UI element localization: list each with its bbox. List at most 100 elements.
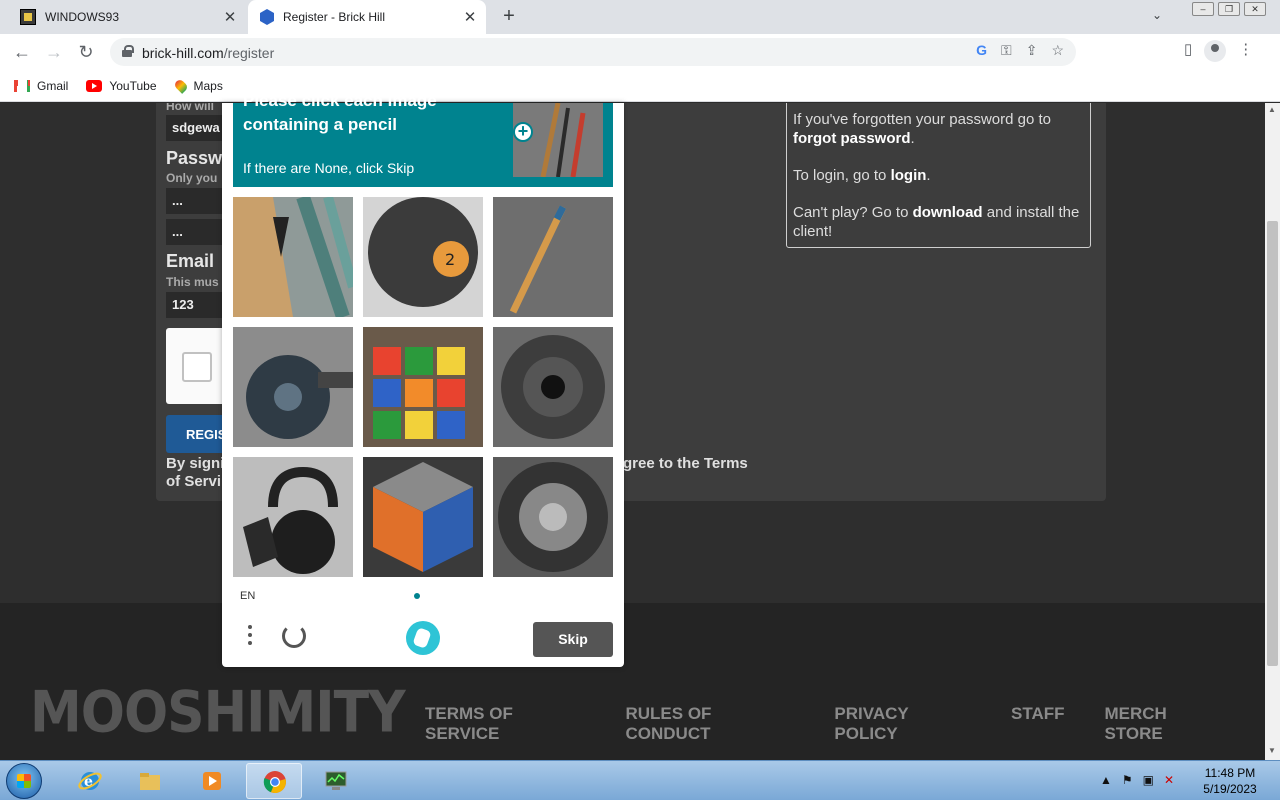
toolbar-right: ▯ ⋮	[1184, 40, 1253, 62]
restore-icon[interactable]: ❐	[1218, 2, 1240, 16]
tile-bowling-ball[interactable]: 2	[363, 197, 483, 317]
start-button[interactable]	[6, 763, 42, 799]
address-bar[interactable]: brick-hill.com/register G ⚿ ⇪ ☆	[110, 38, 1076, 66]
tab-strip: WINDOWS93 ✕ Register - Brick Hill ✕ + ⌄ …	[0, 0, 1280, 34]
side-panel-icon[interactable]: ▯	[1184, 40, 1192, 62]
bookmark-label: YouTube	[109, 78, 157, 93]
tile-dumbbell[interactable]	[233, 327, 353, 447]
url-text: brick-hill.com/register	[142, 45, 275, 61]
challenge-image-grid: 2	[233, 197, 613, 577]
more-menu-icon[interactable]: ⋮	[1238, 40, 1253, 62]
taskbar-chrome[interactable]	[246, 763, 302, 799]
agree-text: gree to the Terms	[623, 455, 748, 472]
username-hint: How will	[166, 103, 214, 113]
page-scrollbar[interactable]: ▲ ▼	[1265, 103, 1280, 760]
forgot-password-text: If you've forgotten your password go to …	[793, 111, 1052, 147]
network-icon[interactable]: ▣	[1143, 773, 1154, 787]
scroll-up-icon[interactable]: ▲	[1268, 105, 1276, 114]
system-tray: ▲ ⚑ ▣ ✕	[1100, 773, 1174, 787]
close-tab-icon[interactable]: ✕	[460, 8, 480, 26]
hcaptcha-challenge: Please click each image containing a pen…	[222, 91, 624, 667]
password-hint: Only you	[166, 171, 218, 185]
bookmark-maps[interactable]: Maps	[172, 77, 223, 94]
refresh-challenge-icon[interactable]	[282, 624, 306, 648]
forward-arrow-icon[interactable]: →	[42, 40, 66, 64]
action-center-flag-icon[interactable]: ⚑	[1122, 773, 1133, 787]
tab-title: Register - Brick Hill	[283, 10, 386, 24]
scrollbar-thumb[interactable]	[1267, 221, 1278, 666]
close-tab-icon[interactable]: ✕	[220, 8, 240, 26]
windows-taskbar: e ▲ ⚑ ▣ ✕ 11:48 PM 5/19/2023	[0, 760, 1280, 800]
help-info-box: If you've forgotten your password go to …	[786, 103, 1091, 248]
volume-muted-icon[interactable]: ✕	[1164, 773, 1174, 787]
omnibox-icons: G ⚿ ⇪ ☆	[976, 42, 1064, 59]
challenge-header: Please click each image containing a pen…	[233, 91, 613, 187]
challenge-menu-icon[interactable]	[248, 625, 252, 649]
challenge-title-line1: Please click each image	[243, 91, 437, 110]
tile-rubiks-cube-2[interactable]	[363, 457, 483, 577]
download-text: Can't play? Go to download and install t…	[793, 204, 1080, 240]
lock-icon[interactable]	[122, 45, 134, 57]
svg-text:2: 2	[445, 250, 455, 269]
footer: MOOSHIMITY TERMS OF SERVICE RULES OF CON…	[0, 603, 1265, 760]
footer-link-rules[interactable]: RULES OF CONDUCT	[625, 704, 794, 744]
skip-button[interactable]: Skip	[533, 622, 613, 657]
agree-text: of Servi	[166, 473, 222, 490]
mooshimity-logo[interactable]: MOOSHIMITY	[30, 680, 406, 746]
scroll-down-icon[interactable]: ▼	[1268, 746, 1276, 755]
bookmark-youtube[interactable]: YouTube	[86, 78, 157, 93]
tile-pencils-bundle[interactable]	[233, 197, 353, 317]
youtube-icon	[86, 79, 103, 92]
hcaptcha-logo-icon[interactable]	[406, 621, 440, 655]
expand-sample-icon[interactable]: +	[513, 122, 533, 142]
email-label: Email	[166, 251, 215, 271]
share-icon[interactable]: ⇪	[1026, 42, 1038, 59]
tile-pencil-on-table[interactable]	[493, 197, 613, 317]
tab-title: WINDOWS93	[45, 10, 120, 24]
challenge-hint: If there are None, click Skip	[243, 160, 415, 176]
agree-text: By signi	[166, 455, 225, 472]
windows93-favicon-icon	[20, 9, 36, 25]
show-hidden-icons-icon[interactable]: ▲	[1100, 773, 1112, 787]
footer-links: TERMS OF SERVICE RULES OF CONDUCT PRIVAC…	[425, 704, 1265, 744]
footer-link-merch[interactable]: MERCH STORE	[1105, 704, 1226, 744]
minimize-icon[interactable]: –	[1192, 2, 1214, 16]
bookmark-gmail[interactable]: Gmail	[14, 79, 68, 93]
google-translate-icon[interactable]: G	[976, 42, 987, 59]
bookmark-label: Gmail	[37, 78, 69, 93]
login-text: To login, go to login.	[793, 167, 931, 184]
clock-date: 5/19/2023	[1203, 782, 1257, 796]
tab-register[interactable]: Register - Brick Hill ✕	[248, 0, 486, 34]
window-controls: – ❐ ✕	[1192, 2, 1266, 16]
system-clock[interactable]: 11:48 PM 5/19/2023	[1200, 765, 1260, 797]
tab-windows93[interactable]: WINDOWS93 ✕	[8, 0, 246, 34]
tile-rubiks-cube[interactable]	[363, 327, 483, 447]
reload-icon[interactable]: ↻	[74, 40, 98, 64]
bookmark-star-icon[interactable]: ☆	[1051, 42, 1064, 59]
tile-wheel[interactable]	[493, 327, 613, 447]
captcha-checkbox[interactable]	[182, 352, 212, 382]
login-link[interactable]: login	[891, 167, 927, 184]
clock-time: 11:48 PM	[1204, 766, 1256, 780]
forgot-password-link[interactable]: forgot password	[793, 130, 911, 147]
key-icon[interactable]: ⚿	[1001, 42, 1012, 59]
profile-avatar-icon[interactable]	[1204, 40, 1227, 62]
new-tab-icon[interactable]: +	[498, 6, 520, 28]
footer-link-staff[interactable]: STAFF	[1011, 704, 1065, 744]
close-window-icon[interactable]: ✕	[1244, 2, 1266, 16]
taskbar-task-manager[interactable]	[308, 763, 364, 799]
email-hint: This mus	[166, 275, 219, 289]
tile-metal-wheel[interactable]	[493, 457, 613, 577]
footer-link-privacy[interactable]: PRIVACY POLICY	[834, 704, 971, 744]
language-selector[interactable]: EN	[240, 590, 255, 602]
taskbar-media-player[interactable]	[184, 763, 240, 799]
media-player-icon	[203, 772, 221, 790]
download-link[interactable]: download	[913, 204, 983, 221]
tile-kettlebell[interactable]	[233, 457, 353, 577]
tab-search-chevron-icon[interactable]: ⌄	[1152, 8, 1162, 22]
back-arrow-icon[interactable]: ←	[10, 40, 34, 64]
taskbar-file-explorer[interactable]	[122, 763, 178, 799]
page-content: How will sdgewa Passw Only you ... ... E…	[0, 103, 1265, 760]
taskbar-internet-explorer[interactable]: e	[62, 763, 118, 799]
footer-link-terms[interactable]: TERMS OF SERVICE	[425, 704, 585, 744]
